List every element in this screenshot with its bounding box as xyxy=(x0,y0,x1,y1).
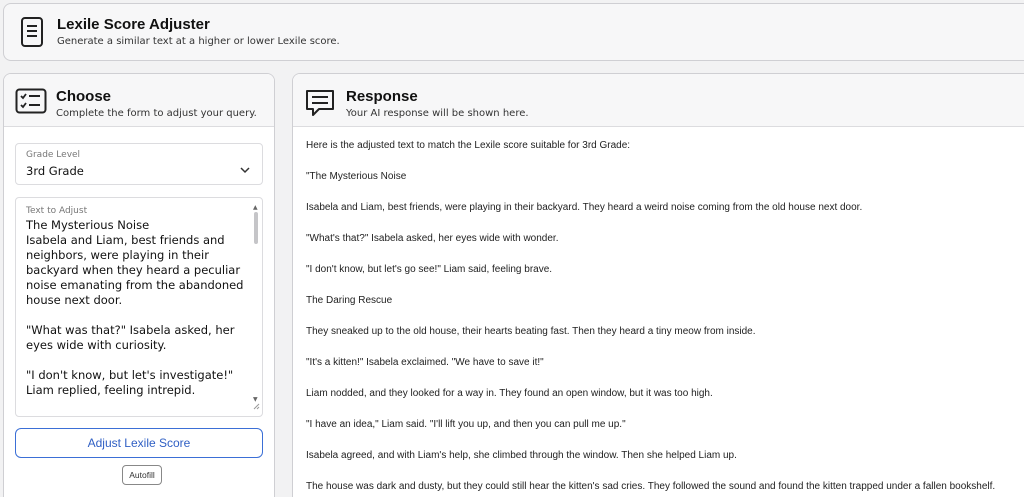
response-paragraph: "It's a kitten!" Isabela exclaimed. "We … xyxy=(306,357,544,368)
resize-grip-icon[interactable] xyxy=(253,395,260,414)
autofill-button[interactable]: Autofill xyxy=(122,465,162,485)
grade-level-select[interactable]: Grade Level 3rd Grade xyxy=(15,143,263,185)
textarea-scrollbar[interactable]: ▲ ▼ xyxy=(252,204,260,404)
choose-title: Choose xyxy=(56,88,112,105)
scroll-thumb[interactable] xyxy=(254,212,258,244)
response-paragraph: Isabela agreed, and with Liam's help, sh… xyxy=(306,450,737,461)
adjust-lexile-score-button[interactable]: Adjust Lexile Score xyxy=(15,428,263,458)
response-title: Response xyxy=(346,88,418,105)
app-subtitle: Generate a similar text at a higher or l… xyxy=(57,36,340,47)
checklist-icon xyxy=(15,88,47,118)
app-title: Lexile Score Adjuster xyxy=(57,16,210,33)
choose-panel-header: Choose Complete the form to adjust your … xyxy=(4,74,274,127)
grade-level-value: 3rd Grade xyxy=(26,164,84,178)
choose-panel: Choose Complete the form to adjust your … xyxy=(3,73,275,497)
response-paragraph: Liam nodded, and they looked for a way i… xyxy=(306,388,713,399)
response-panel-header: Response Your AI response will be shown … xyxy=(293,74,1024,127)
response-paragraph: Here is the adjusted text to match the L… xyxy=(306,140,631,151)
response-paragraph: "The Mysterious Noise xyxy=(306,171,407,182)
response-text: Here is the adjusted text to match the L… xyxy=(306,139,1021,497)
response-paragraph: "What's that?" Isabela asked, her eyes w… xyxy=(306,233,559,244)
choose-subtitle: Complete the form to adjust your query. xyxy=(56,108,257,119)
grade-level-label: Grade Level xyxy=(26,150,81,160)
scroll-up-arrow-icon[interactable]: ▲ xyxy=(253,204,258,211)
response-paragraph: The house was dark and dusty, but they c… xyxy=(306,481,996,492)
text-to-adjust-textarea[interactable]: Text to Adjust The Mysterious Noise Isab… xyxy=(15,197,263,417)
response-paragraph: "I don't know, but let's go see!" Liam s… xyxy=(306,264,553,275)
text-to-adjust-value[interactable]: The Mysterious Noise Isabela and Liam, b… xyxy=(26,218,248,414)
response-paragraph: "I have an idea," Liam said. "I'll lift … xyxy=(306,419,626,430)
app-header: Lexile Score Adjuster Generate a similar… xyxy=(3,3,1024,61)
chat-icon xyxy=(304,88,336,122)
document-icon xyxy=(18,16,46,52)
response-paragraph: Isabela and Liam, best friends, were pla… xyxy=(306,202,863,213)
chevron-down-icon[interactable] xyxy=(240,159,250,178)
response-subtitle: Your AI response will be shown here. xyxy=(346,108,529,119)
response-paragraph: The Daring Rescue xyxy=(306,295,393,306)
response-panel: Response Your AI response will be shown … xyxy=(292,73,1024,497)
response-paragraph: They sneaked up to the old house, their … xyxy=(306,326,756,337)
text-to-adjust-label: Text to Adjust xyxy=(26,206,88,216)
